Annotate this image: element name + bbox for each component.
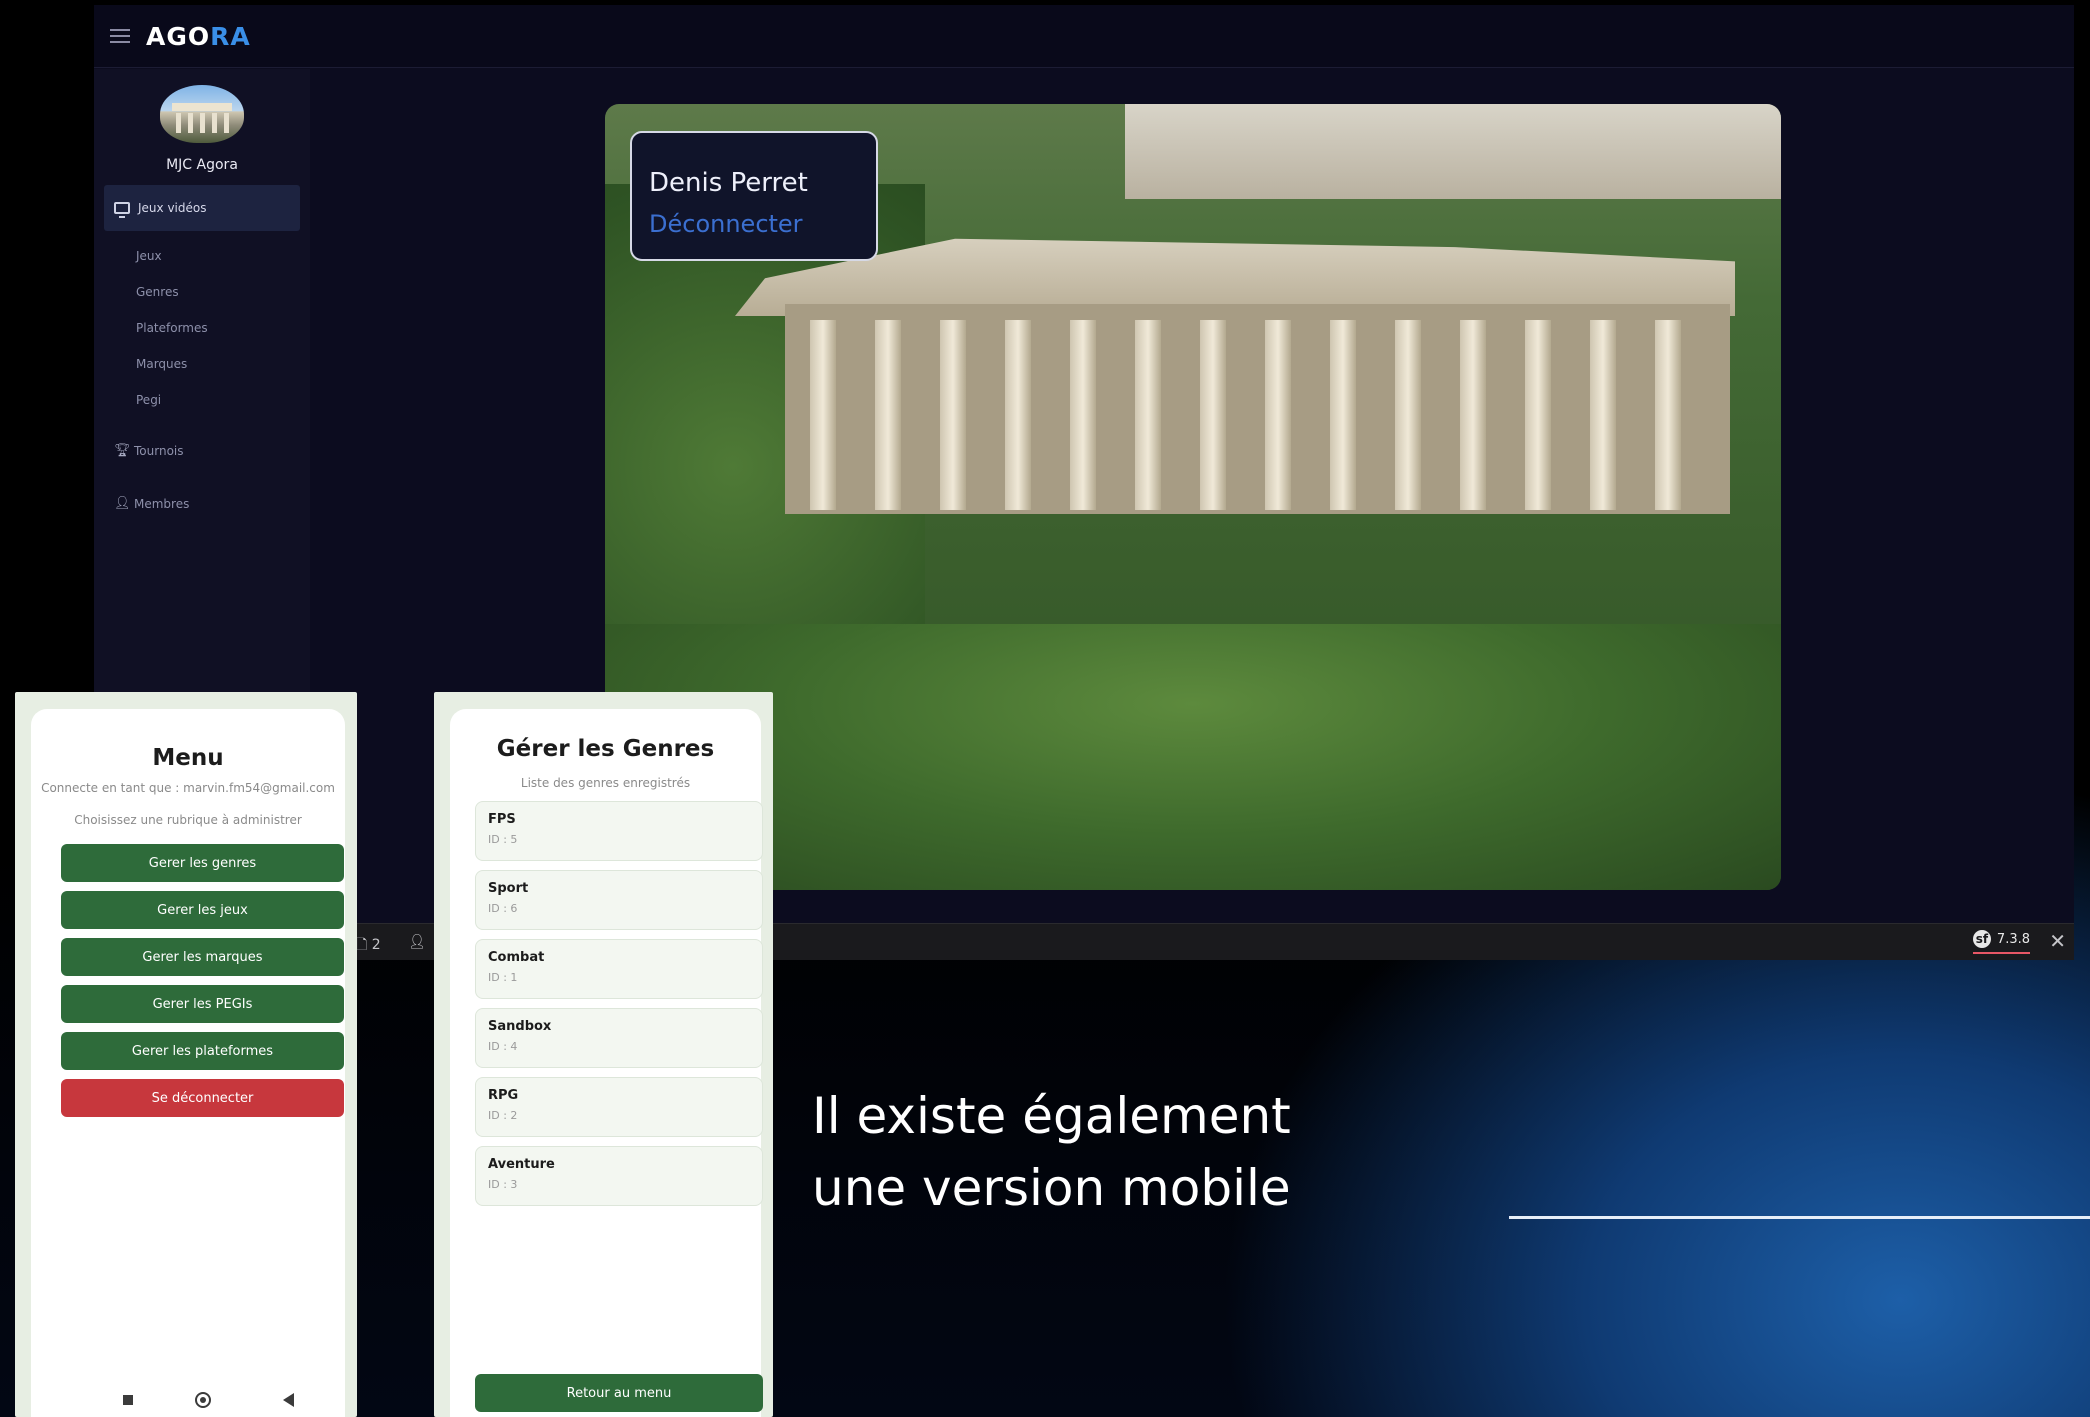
org-avatar — [160, 85, 244, 143]
slide-caption: Il existe également une version mobile — [812, 1080, 1291, 1224]
manage-genres-button[interactable]: Gerer les genres — [61, 844, 344, 882]
page-subtitle: Liste des genres enregistrés — [520, 776, 691, 790]
sidebar-subitem-plateformes[interactable]: Plateformes — [136, 321, 208, 335]
desktop-app-window: AGORA MJC Agora Jeux vidéos Jeux Genres … — [94, 5, 2074, 960]
debug-requests[interactable]: 🗋︎ 2 — [356, 934, 381, 958]
genre-name: Sandbox — [488, 1019, 552, 1034]
user-name: Denis Perret — [649, 168, 808, 198]
page-title: Gérer les Genres — [496, 736, 715, 762]
genre-card[interactable]: Aventure ID : 3 — [475, 1146, 763, 1206]
hamburger-menu-icon[interactable] — [110, 28, 130, 44]
manage-brands-button[interactable]: Gerer les marques — [61, 938, 344, 976]
brand-logo[interactable]: AGORA — [146, 22, 251, 51]
back-to-menu-button[interactable]: Retour au menu — [475, 1374, 763, 1412]
sidebar-item-membres[interactable]: 👤︎ Membres — [114, 496, 189, 511]
genre-id: ID : 5 — [488, 833, 518, 846]
symfony-debug-toolbar: 🗋︎ 2 👤︎ sf 7.3.8 ✕ — [94, 923, 2074, 960]
genre-card[interactable]: RPG ID : 2 — [475, 1077, 763, 1137]
mobile-menu-screen: Menu Connecte en tant que : marvin.fm54@… — [15, 692, 357, 1417]
manage-pegis-button[interactable]: Gerer les PEGIs — [61, 985, 344, 1023]
sidebar-item-label: Tournois — [134, 443, 184, 458]
logout-button[interactable]: Se déconnecter — [61, 1079, 344, 1117]
recent-apps-icon[interactable] — [123, 1395, 133, 1405]
genre-name: Sport — [488, 881, 529, 896]
debug-requests-count: 2 — [371, 937, 381, 953]
sidebar-item-jeux-videos[interactable]: Jeux vidéos — [104, 185, 300, 231]
monitor-icon — [114, 202, 130, 218]
top-bar: AGORA — [94, 5, 2074, 68]
genre-card[interactable]: Sandbox ID : 4 — [475, 1008, 763, 1068]
genre-id: ID : 4 — [488, 1040, 518, 1053]
logout-link[interactable]: Déconnecter — [649, 210, 876, 238]
user-card: Denis Perret Déconnecter — [630, 131, 878, 261]
mobile-genres-screen: Gérer les Genres Liste des genres enregi… — [434, 692, 773, 1417]
user-icon: 👤︎ — [114, 496, 131, 511]
genre-id: ID : 3 — [488, 1178, 518, 1191]
genre-id: ID : 1 — [488, 971, 518, 984]
caption-line-1: Il existe également — [812, 1087, 1291, 1145]
page-title: Menu — [152, 745, 224, 771]
genre-name: Combat — [488, 950, 545, 965]
brand-text-ra: RA — [210, 21, 251, 51]
close-icon[interactable]: ✕ — [2049, 929, 2066, 953]
manage-games-button[interactable]: Gerer les jeux — [61, 891, 344, 929]
sidebar-item-label: Jeux vidéos — [138, 201, 207, 215]
org-name: MJC Agora — [166, 157, 238, 173]
symfony-logo-icon: sf — [1972, 930, 1991, 948]
genre-card[interactable]: Sport ID : 6 — [475, 870, 763, 930]
brand-text-ago: AGO — [146, 21, 211, 51]
choose-section-text: Choisissez une rubrique à administrer — [74, 813, 302, 827]
connected-as-text: Connecte en tant que : marvin.fm54@gmail… — [41, 781, 335, 795]
genre-name: Aventure — [488, 1157, 555, 1172]
decorative-divider — [1509, 1216, 2090, 1219]
sidebar-subitem-marques[interactable]: Marques — [136, 357, 187, 371]
genre-name: FPS — [488, 812, 516, 827]
genre-id: ID : 2 — [488, 1109, 518, 1122]
manage-platforms-button[interactable]: Gerer les plateformes — [61, 1032, 344, 1070]
caption-line-2: une version mobile — [812, 1159, 1291, 1217]
sidebar-subitem-jeux[interactable]: Jeux — [136, 249, 162, 263]
genre-card[interactable]: Combat ID : 1 — [475, 939, 763, 999]
symfony-version: 7.3.8 — [1996, 931, 2030, 947]
home-icon[interactable] — [195, 1392, 211, 1408]
sidebar-item-label: Membres — [134, 496, 190, 511]
hero-temple-image: Denis Perret Déconnecter — [605, 104, 1781, 890]
trophy-icon: 🏆︎ — [114, 443, 131, 458]
sidebar-item-tournois[interactable]: 🏆︎ Tournois — [114, 443, 184, 458]
debug-user-icon[interactable]: 👤︎ — [408, 934, 426, 950]
genre-name: RPG — [488, 1088, 519, 1103]
symfony-version-badge[interactable]: sf 7.3.8 — [1972, 930, 2030, 954]
sidebar-subitem-genres[interactable]: Genres — [136, 285, 179, 299]
android-nav-bar — [31, 1391, 345, 1411]
back-icon[interactable] — [283, 1393, 294, 1407]
sidebar-subitem-pegi[interactable]: Pegi — [136, 393, 161, 407]
genre-id: ID : 6 — [488, 902, 518, 915]
genre-card[interactable]: FPS ID : 5 — [475, 801, 763, 861]
